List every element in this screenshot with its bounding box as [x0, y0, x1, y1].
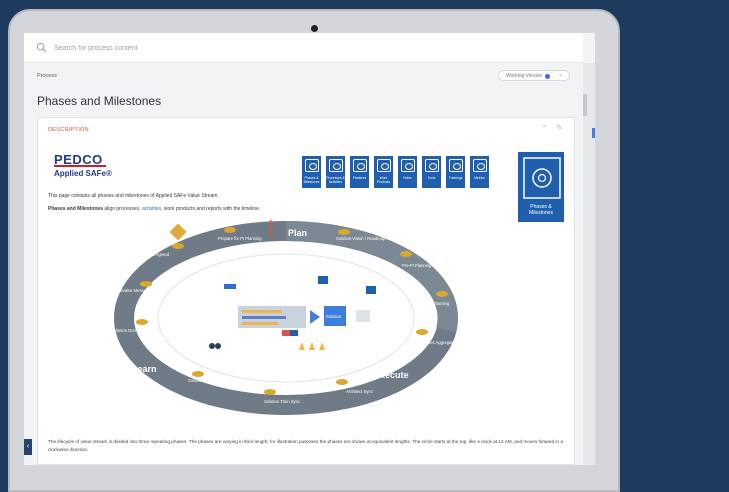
description-label: DESCRIPTION — [48, 127, 89, 133]
milestone-marker[interactable] — [264, 389, 276, 395]
trainings-icon — [449, 159, 463, 172]
milestone-marker[interactable] — [338, 229, 350, 235]
collapse-panel-button[interactable]: ‹ — [24, 439, 32, 455]
activities-link[interactable]: activities — [142, 206, 161, 212]
tile-trainings[interactable]: Trainings — [445, 155, 466, 189]
milestone-marker[interactable] — [172, 243, 184, 249]
tile-metrics[interactable]: Metrics — [469, 155, 490, 189]
milestone-marker[interactable] — [140, 281, 152, 287]
gear-icon — [523, 157, 561, 199]
tile-processes[interactable]: Processes & Activities — [325, 155, 346, 189]
search-input[interactable] — [54, 40, 354, 56]
milestone-marker[interactable] — [400, 251, 412, 257]
milestone-label: Post-PI Planning — [418, 301, 450, 306]
roles-icon — [401, 159, 415, 172]
phases-wheel-diagram: Plan Execute Learn Prepare for PI Planni… — [110, 220, 458, 415]
metrics-icon — [473, 159, 487, 172]
tile-roles[interactable]: Roles — [397, 155, 418, 189]
big-tile-label: Phases & Milestones — [529, 204, 553, 216]
phase-execute: Execute — [374, 370, 409, 380]
lead-bold: Phases and Milestones — [48, 206, 104, 212]
search-icon — [36, 42, 47, 53]
tile-label: Metrics — [474, 176, 485, 180]
milestone-label: Solution Train Sync — [264, 399, 300, 404]
lead-text: , work products and reports with the tim… — [161, 206, 261, 212]
tile-phases[interactable]: Phases & Milestones — [301, 155, 322, 189]
lead-paragraph: Phases and Milestones align processes, a… — [48, 206, 260, 212]
version-selector[interactable]: Working Version ⌄ — [498, 70, 570, 81]
milestone-marker[interactable] — [436, 291, 448, 297]
milestone-marker[interactable] — [336, 379, 348, 385]
tools-icon — [425, 159, 439, 172]
tile-work-products[interactable]: Work Products — [373, 155, 394, 189]
chevron-down-icon: ⌄ — [558, 72, 564, 78]
milestone-label: Adaptions Agreed — [136, 252, 170, 257]
right-panel-indicator — [592, 128, 595, 138]
description-card: DESCRIPTION ⌃ ✎ PEDCO Applied SAFe® Phas… — [37, 117, 575, 465]
tile-tools[interactable]: Tools — [421, 155, 442, 189]
tile-practices[interactable]: Practices — [349, 155, 370, 189]
phase-learn: Learn — [132, 364, 157, 374]
edit-icon[interactable]: ✎ — [556, 123, 563, 132]
milestone-marker[interactable] — [224, 227, 236, 233]
milestone-label: Quantitative Measures Ready — [110, 288, 166, 293]
right-panel-handle[interactable] — [583, 94, 587, 116]
applied-safe-logo: Applied SAFe® — [54, 169, 112, 178]
status-dot-icon — [545, 73, 550, 79]
work-products-icon — [377, 159, 391, 172]
collapse-icon[interactable]: ⌃ — [541, 124, 548, 133]
breadcrumb[interactable]: Process — [37, 73, 57, 79]
milestone-label: Pre-PI Planning — [402, 263, 432, 268]
milestone-label: Solution Integrated — [188, 378, 224, 383]
lead-text: align processes, — [103, 206, 142, 212]
footer-description: The lifecycle of value stream is divided… — [48, 439, 563, 452]
version-label: Working Version — [506, 73, 543, 79]
right-panel-strip[interactable] — [583, 63, 595, 465]
phases-icon — [305, 159, 319, 172]
tile-label: Practices — [352, 176, 367, 180]
warning-diamond-icon — [169, 223, 187, 241]
app-screen: Process Working Version ⌄ Phases and Mil… — [24, 33, 595, 465]
camera-icon — [311, 25, 318, 32]
page-title: Phases and Milestones — [37, 94, 162, 108]
tile-label: Trainings — [448, 176, 463, 180]
milestone-label: Architect Sync — [346, 389, 373, 394]
practices-icon — [353, 159, 367, 172]
milestone-marker[interactable] — [192, 371, 204, 377]
milestone-label: PI Objectives Aggregated — [410, 340, 458, 345]
milestone-marker[interactable] — [136, 319, 148, 325]
tile-label: Tools — [427, 176, 436, 180]
tile-label: Work Products — [376, 176, 390, 184]
logo-underline — [54, 165, 106, 167]
intro-text: This page contains all phases and milest… — [48, 193, 219, 199]
top-bar — [24, 33, 583, 63]
center-solution-label: Solution — [326, 314, 342, 319]
milestone-label: Prepare for PI Planning — [218, 236, 262, 241]
milestone-label: Solution Demo — [112, 328, 140, 333]
tile-label: Phases & Milestones — [303, 176, 320, 184]
processes-icon — [329, 159, 343, 172]
big-phases-tile[interactable]: Phases & Milestones — [517, 151, 565, 223]
phase-plan: Plan — [288, 228, 307, 238]
milestone-label: Solution Vision / Roadmap Readiness — [336, 236, 406, 241]
tile-label: Processes & Activities — [326, 176, 345, 184]
milestone-marker[interactable] — [416, 329, 428, 335]
tile-label: Roles — [403, 176, 412, 180]
